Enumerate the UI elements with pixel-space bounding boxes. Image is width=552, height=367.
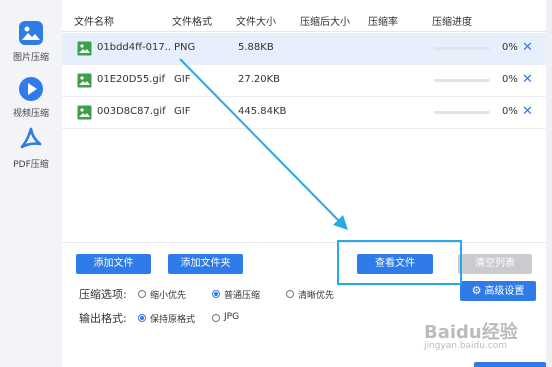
annotation-highlight-box — [337, 240, 462, 285]
sidebar-item-label: 图片压缩 — [12, 53, 49, 63]
main-panel: 文件名称 文件格式 文件大小 压缩后大小 压缩率 压缩进度 01bdd4ff-0… — [62, 0, 546, 367]
image-file-icon — [77, 73, 92, 88]
file-size: 445.84KB — [238, 106, 287, 117]
radio-label: 缩小优先 — [150, 291, 187, 301]
image-compress-icon — [19, 21, 43, 45]
output-format-label: 输出格式: — [79, 312, 127, 325]
advanced-settings-label: 高级设置 — [484, 286, 525, 297]
radio-label: 保持原格式 — [150, 315, 196, 325]
radio-compress-clear[interactable] — [286, 290, 294, 298]
table-row[interactable]: 01E20D55.gif GIF 27.20KB 0% ✕ — [62, 65, 546, 97]
compress-options-label: 压缩选项: — [79, 288, 127, 301]
file-name: 003D8C87.gif — [97, 106, 166, 117]
progress-percent: 0% — [502, 42, 518, 53]
gear-icon: ⚙ — [471, 284, 482, 297]
sidebar: 图片压缩 视频压缩 PDF压缩 — [0, 0, 62, 367]
file-format: PNG — [174, 42, 196, 53]
image-file-icon — [77, 105, 92, 120]
add-file-button[interactable]: 添加文件 — [76, 254, 151, 274]
sidebar-item-label: PDF压缩 — [13, 160, 49, 170]
radio-label: 清晰优先 — [298, 291, 335, 301]
table-row[interactable]: 01bdd4ff-017.. PNG 5.88KB 0% ✕ — [62, 33, 546, 65]
col-header-progress: 压缩进度 — [432, 17, 472, 28]
remove-file-icon[interactable]: ✕ — [522, 104, 533, 119]
sidebar-item-label: 视频压缩 — [12, 109, 49, 119]
file-name: 01E20D55.gif — [97, 74, 166, 85]
watermark-url: jingyan.baidu.com — [424, 341, 508, 351]
sidebar-item-video-compress[interactable]: 视频压缩 — [0, 76, 62, 119]
col-header-size: 文件大小 — [236, 17, 276, 28]
remove-file-icon[interactable]: ✕ — [522, 72, 533, 87]
video-play-icon — [19, 77, 43, 101]
file-size: 5.88KB — [238, 42, 274, 53]
file-size: 27.20KB — [238, 74, 281, 85]
sidebar-item-image-compress[interactable]: 图片压缩 — [0, 20, 62, 63]
progress-bar — [434, 79, 490, 82]
bottom-action-strip[interactable] — [474, 362, 546, 367]
remove-file-icon[interactable]: ✕ — [522, 40, 533, 55]
col-header-name: 文件名称 — [74, 17, 114, 28]
advanced-settings-button[interactable]: ⚙ 高级设置 — [460, 281, 536, 301]
radio-compress-normal[interactable] — [212, 290, 220, 298]
radio-output-jpg[interactable] — [212, 314, 220, 322]
table-row[interactable]: 003D8C87.gif GIF 445.84KB 0% ✕ — [62, 97, 546, 129]
sidebar-item-pdf-compress[interactable]: PDF压缩 — [0, 127, 62, 170]
pdf-icon — [20, 127, 42, 149]
radio-compress-small[interactable] — [138, 290, 146, 298]
section-divider — [62, 242, 546, 243]
clear-list-button[interactable]: 清空列表 — [458, 254, 532, 274]
radio-output-original[interactable] — [138, 314, 146, 322]
col-header-after-size: 压缩后大小 — [300, 17, 350, 28]
progress-bar — [434, 111, 490, 114]
image-file-icon — [77, 41, 92, 56]
radio-label: 普通压缩 — [224, 291, 261, 301]
file-name: 01bdd4ff-017.. — [97, 42, 172, 53]
col-header-ratio: 压缩率 — [368, 17, 398, 28]
progress-bar — [434, 47, 490, 50]
radio-label: JPG — [224, 312, 240, 322]
col-header-format: 文件格式 — [172, 17, 212, 28]
file-format: GIF — [174, 74, 191, 85]
file-format: GIF — [174, 106, 191, 117]
table-header: 文件名称 文件格式 文件大小 压缩后大小 压缩率 压缩进度 — [62, 8, 546, 32]
progress-percent: 0% — [502, 74, 518, 85]
progress-percent: 0% — [502, 106, 518, 117]
add-folder-button[interactable]: 添加文件夹 — [168, 254, 243, 274]
